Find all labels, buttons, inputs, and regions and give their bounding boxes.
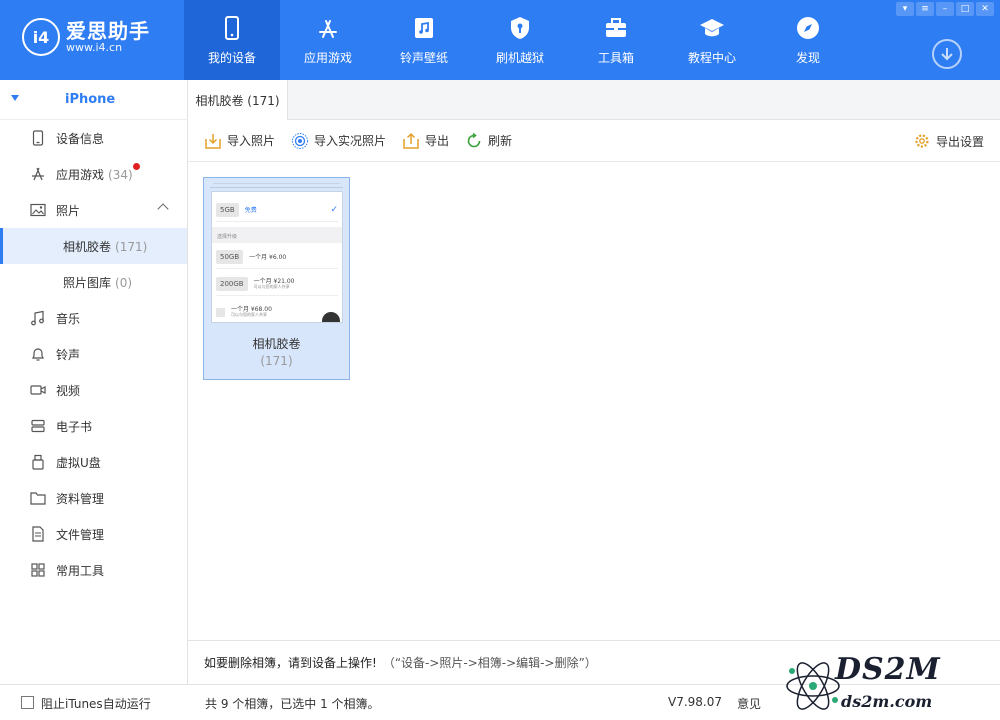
sidebar-item-label: 相机胶卷: [63, 239, 112, 254]
album-card-camera-roll[interactable]: 5GB 免费 ✓ 选择升级 50GB 一个月 ¥6.00 200GB 一个月 ¥…: [203, 177, 350, 380]
camera-roll-count: (171): [115, 239, 148, 254]
sidebar-item-data-management[interactable]: 资料管理: [0, 480, 187, 516]
device-name: iPhone: [65, 92, 116, 107]
toolbar: 导入照片 导入实况照片 导出 刷新 导出设置: [188, 120, 1000, 162]
sidebar-item-common-tools[interactable]: 常用工具: [0, 552, 187, 588]
minimize-icon[interactable]: –: [936, 2, 954, 16]
watermark: DS2M ds2m.com: [783, 648, 988, 718]
nav-apps-games[interactable]: 应用游戏: [280, 0, 376, 80]
import-photos-button[interactable]: 导入照片: [204, 132, 275, 150]
phone-icon: [225, 15, 239, 40]
block-itunes-label[interactable]: 阻止iTunes自动运行: [41, 695, 151, 712]
toolbox-icon: [606, 17, 626, 37]
sidebar-item-ringtones[interactable]: 铃声: [0, 336, 187, 372]
nav-flash-jailbreak[interactable]: 刷机越狱: [472, 0, 568, 80]
sidebar-item-video[interactable]: 视频: [0, 372, 187, 408]
notice-text: 如要删除相簿，请到设备上操作!: [204, 656, 377, 670]
album-grid: 5GB 免费 ✓ 选择升级 50GB 一个月 ¥6.00 200GB 一个月 ¥…: [188, 162, 1000, 640]
video-icon: [30, 385, 46, 395]
sidebar-item-ebooks[interactable]: 电子书: [0, 408, 187, 444]
device-info-icon: [32, 130, 44, 146]
sidebar-item-photos[interactable]: 照片: [0, 192, 187, 228]
device-selector[interactable]: iPhone: [0, 80, 187, 120]
sidebar: iPhone 设备信息 应用游戏 (34) 照片 相机胶卷 (171) 照片图库 (0…: [0, 80, 188, 684]
import-icon: [205, 133, 221, 149]
album-thumbnail: 5GB 免费 ✓ 选择升级 50GB 一个月 ¥6.00 200GB 一个月 ¥…: [211, 191, 343, 323]
block-itunes-checkbox[interactable]: [21, 696, 34, 709]
sidebar-item-music[interactable]: 音乐: [0, 300, 187, 336]
music-file-icon: [415, 17, 433, 38]
maximize-icon[interactable]: □: [956, 2, 974, 16]
bell-icon: [32, 348, 44, 361]
shield-icon: [511, 16, 529, 39]
compass-icon: [797, 16, 819, 39]
nav-toolbox[interactable]: 工具箱: [568, 0, 664, 80]
top-nav: 我的设备 应用游戏 铃声壁纸 刷机越狱 工具箱 教程中心 发现: [184, 0, 856, 80]
apps-count: (34): [108, 167, 133, 182]
live-photo-icon: [292, 132, 309, 149]
close-icon[interactable]: ✕: [976, 2, 994, 16]
sidebar-item-label: 照片图库: [63, 275, 112, 290]
version-label: V7.98.07: [668, 695, 723, 709]
avatar: [322, 312, 340, 322]
folder-icon: [30, 492, 46, 505]
photo-icon: [30, 203, 46, 217]
download-button[interactable]: [932, 39, 962, 69]
usb-drive-icon: [32, 454, 44, 470]
app-logo: i4 爱思助手 www.i4.cn: [22, 18, 150, 56]
album-title: 相机胶卷: [252, 337, 301, 351]
download-icon: [941, 48, 953, 61]
app-name: 爱思助手: [66, 18, 150, 43]
refresh-icon: [467, 132, 481, 147]
chevron-up-icon[interactable]: [157, 203, 169, 215]
gear-icon: [915, 134, 929, 148]
skin-icon[interactable]: ▾: [896, 2, 914, 16]
checkmark-icon: ✓: [330, 204, 338, 215]
settings-icon[interactable]: ≡: [916, 2, 934, 16]
export-button[interactable]: 导出: [402, 132, 449, 150]
caret-down-icon: [11, 95, 19, 101]
grid-icon: [31, 563, 45, 577]
tab-bar: 相机胶卷 (171): [188, 80, 1000, 120]
nav-tutorials[interactable]: 教程中心: [664, 0, 760, 80]
import-live-photos-button[interactable]: 导入实况照片: [291, 132, 386, 150]
nav-my-device[interactable]: 我的设备: [184, 0, 280, 80]
sidebar-item-file-management[interactable]: 文件管理: [0, 516, 187, 552]
refresh-button[interactable]: 刷新: [465, 132, 512, 150]
photo-library-count: (0): [115, 275, 133, 290]
album-stack-edge: [213, 183, 340, 189]
export-settings-button[interactable]: 导出设置: [913, 132, 984, 150]
ebook-icon: [31, 419, 45, 433]
sidebar-item-device-info[interactable]: 设备信息: [0, 120, 187, 156]
nav-ringtones-wallpapers[interactable]: 铃声壁纸: [376, 0, 472, 80]
sidebar-item-photo-library[interactable]: 照片图库 (0): [0, 264, 187, 300]
app-store-icon: [32, 167, 44, 181]
music-note-icon: [31, 310, 44, 326]
album-count: (171): [260, 354, 293, 368]
watermark-sub: ds2m.com: [841, 692, 933, 711]
nav-discover[interactable]: 发现: [760, 0, 856, 80]
selection-info: 共 9 个相簿，已选中 1 个相簿。: [205, 697, 380, 711]
file-icon: [32, 526, 44, 542]
app-header: i4 爱思助手 www.i4.cn 我的设备 应用游戏 铃声壁纸 刷机越狱 工具…: [0, 0, 1000, 80]
sidebar-item-virtual-usb[interactable]: 虚拟U盘: [0, 444, 187, 480]
app-store-icon: [319, 19, 337, 38]
graduation-cap-icon: [700, 18, 724, 36]
feedback-link[interactable]: 意见: [737, 695, 761, 712]
notice-path: （“设备->照片->相簿->编辑->删除”）: [382, 656, 597, 670]
notification-dot: [133, 163, 140, 170]
logo-mark: i4: [22, 18, 60, 56]
sidebar-item-camera-roll[interactable]: 相机胶卷 (171): [0, 228, 187, 264]
app-url: www.i4.cn: [66, 40, 123, 54]
export-icon: [403, 132, 419, 149]
window-controls: ▾ ≡ – □ ✕: [896, 2, 994, 16]
watermark-text: DS2M: [835, 652, 941, 687]
tab-camera-roll[interactable]: 相机胶卷 (171): [188, 80, 288, 120]
sidebar-item-label: 应用游戏: [56, 167, 105, 182]
sidebar-item-apps[interactable]: 应用游戏 (34): [0, 156, 187, 192]
atom-logo-icon: [786, 662, 840, 710]
